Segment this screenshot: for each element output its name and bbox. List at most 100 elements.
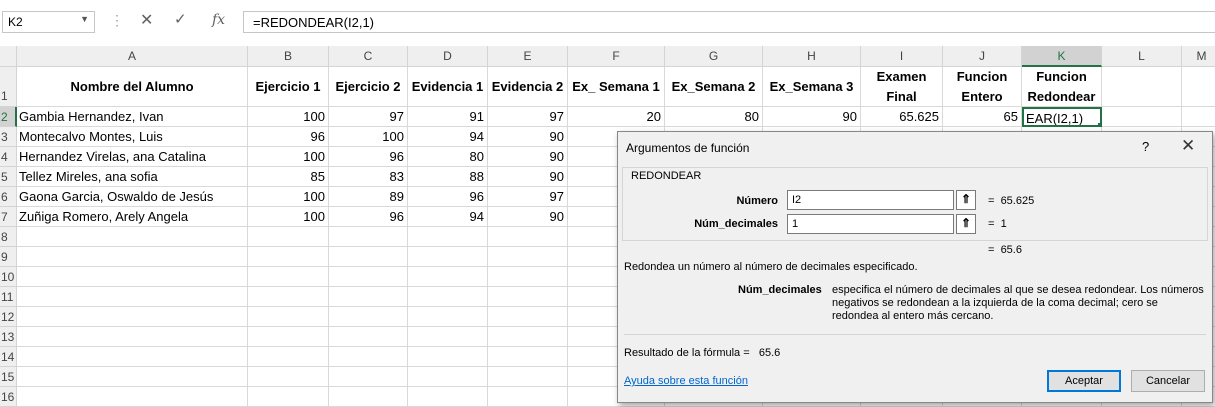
row-header-12[interactable]: 12 <box>0 307 17 327</box>
cell-b10[interactable] <box>248 267 329 287</box>
column-header-e[interactable]: E <box>488 46 568 67</box>
cell-e11[interactable] <box>488 287 568 307</box>
row-header-8[interactable]: 8 <box>0 227 17 247</box>
cell-e16[interactable] <box>488 387 568 407</box>
student-name-cell[interactable]: Gaona Garcia, Oswaldo de Jesús <box>17 187 248 207</box>
cell-e8[interactable] <box>488 227 568 247</box>
cell-c15[interactable] <box>329 367 408 387</box>
cell-d9[interactable] <box>408 247 488 267</box>
row-header-5[interactable]: 5 <box>0 167 17 187</box>
header-cell-j[interactable]: Funcion Entero <box>943 67 1022 107</box>
cell-b13[interactable] <box>248 327 329 347</box>
header-cell-k[interactable]: Funcion Redondear <box>1022 67 1102 107</box>
header-cell-e[interactable]: Evidencia 2 <box>488 67 568 107</box>
chevron-down-icon[interactable]: ▼ <box>80 14 89 24</box>
cell-b12[interactable] <box>248 307 329 327</box>
value-cell-g2[interactable]: 80 <box>665 107 763 127</box>
header-cell-g[interactable]: Ex_Semana 2 <box>665 67 763 107</box>
column-header-h[interactable]: H <box>763 46 861 67</box>
value-cell-d5[interactable]: 88 <box>408 167 488 187</box>
cell-a9[interactable] <box>17 247 248 267</box>
value-cell-b7[interactable]: 100 <box>248 207 329 227</box>
help-link[interactable]: Ayuda sobre esta función <box>624 375 748 387</box>
ok-button[interactable]: Aceptar <box>1047 370 1121 392</box>
cell-c16[interactable] <box>329 387 408 407</box>
cell-e10[interactable] <box>488 267 568 287</box>
value-cell-d2[interactable]: 91 <box>408 107 488 127</box>
cell-d12[interactable] <box>408 307 488 327</box>
cell-c10[interactable] <box>329 267 408 287</box>
value-cell-e2[interactable]: 97 <box>488 107 568 127</box>
numero-input[interactable]: I2 <box>787 190 954 210</box>
value-cell-c7[interactable]: 96 <box>329 207 408 227</box>
insert-function-icon[interactable]: fx <box>212 12 225 28</box>
value-cell-b2[interactable]: 100 <box>248 107 329 127</box>
value-cell-c6[interactable]: 89 <box>329 187 408 207</box>
formula-input[interactable]: =REDONDEAR(I2,1) <box>243 11 1215 33</box>
header-cell-f[interactable]: Ex_ Semana 1 <box>568 67 665 107</box>
cell-c8[interactable] <box>329 227 408 247</box>
cell-d11[interactable] <box>408 287 488 307</box>
value-cell-d7[interactable]: 94 <box>408 207 488 227</box>
value-cell-d4[interactable]: 80 <box>408 147 488 167</box>
value-cell-c3[interactable]: 100 <box>329 127 408 147</box>
cell-d13[interactable] <box>408 327 488 347</box>
student-name-cell[interactable]: Hernandez Virelas, ana Catalina <box>17 147 248 167</box>
row-header-7[interactable]: 7 <box>0 207 17 227</box>
cell-a10[interactable] <box>17 267 248 287</box>
value-cell-e7[interactable]: 90 <box>488 207 568 227</box>
header-cell-d[interactable]: Evidencia 1 <box>408 67 488 107</box>
row-header-9[interactable]: 9 <box>0 247 17 267</box>
row-header-2[interactable]: 2 <box>0 107 17 127</box>
select-all-corner[interactable] <box>0 46 17 67</box>
cell-b9[interactable] <box>248 247 329 267</box>
cell-b14[interactable] <box>248 347 329 367</box>
cell-c12[interactable] <box>329 307 408 327</box>
cell-a8[interactable] <box>17 227 248 247</box>
cell-l2[interactable] <box>1102 107 1182 127</box>
row-header-3[interactable]: 3 <box>0 127 17 147</box>
header-cell-b[interactable]: Ejercicio 1 <box>248 67 329 107</box>
cell-b16[interactable] <box>248 387 329 407</box>
value-cell-f2[interactable]: 20 <box>568 107 665 127</box>
column-header-i[interactable]: I <box>861 46 943 67</box>
row-header-10[interactable]: 10 <box>0 267 17 287</box>
value-cell-d3[interactable]: 94 <box>408 127 488 147</box>
column-header-g[interactable]: G <box>665 46 763 67</box>
student-name-cell[interactable]: Gambia Hernandez, Ivan <box>17 107 248 127</box>
active-cell-k2[interactable]: EAR(I2,1) <box>1022 107 1102 127</box>
cell-c14[interactable] <box>329 347 408 367</box>
header-cell-c[interactable]: Ejercicio 2 <box>329 67 408 107</box>
cell-e9[interactable] <box>488 247 568 267</box>
value-cell-d6[interactable]: 96 <box>408 187 488 207</box>
value-cell-b6[interactable]: 100 <box>248 187 329 207</box>
value-cell-e5[interactable]: 90 <box>488 167 568 187</box>
value-cell-h2[interactable]: 90 <box>763 107 861 127</box>
cell-c13[interactable] <box>329 327 408 347</box>
row-header-1[interactable]: 1 <box>0 67 17 107</box>
student-name-cell[interactable]: Montecalvo Montes, Luis <box>17 127 248 147</box>
cancel-formula-icon[interactable]: ✕ <box>140 10 153 30</box>
cell-a13[interactable] <box>17 327 248 347</box>
value-cell-b4[interactable]: 100 <box>248 147 329 167</box>
value-cell-j2[interactable]: 65 <box>943 107 1022 127</box>
value-cell-e3[interactable]: 90 <box>488 127 568 147</box>
value-cell-e6[interactable]: 97 <box>488 187 568 207</box>
student-name-cell[interactable]: Zuñiga Romero, Arely Angela <box>17 207 248 227</box>
column-header-c[interactable]: C <box>329 46 408 67</box>
cell-a14[interactable] <box>17 347 248 367</box>
value-cell-b5[interactable]: 85 <box>248 167 329 187</box>
value-cell-i2[interactable]: 65.625 <box>861 107 943 127</box>
row-header-11[interactable]: 11 <box>0 287 17 307</box>
value-cell-c5[interactable]: 83 <box>329 167 408 187</box>
cell-c9[interactable] <box>329 247 408 267</box>
column-header-d[interactable]: D <box>408 46 488 67</box>
cell-e14[interactable] <box>488 347 568 367</box>
cell-d14[interactable] <box>408 347 488 367</box>
cell-m2[interactable] <box>1182 107 1215 127</box>
column-header-a[interactable]: A <box>17 46 248 67</box>
header-cell-a[interactable]: Nombre del Alumno <box>17 67 248 107</box>
cell-a12[interactable] <box>17 307 248 327</box>
row-header-4[interactable]: 4 <box>0 147 17 167</box>
row-header-15[interactable]: 15 <box>0 367 17 387</box>
